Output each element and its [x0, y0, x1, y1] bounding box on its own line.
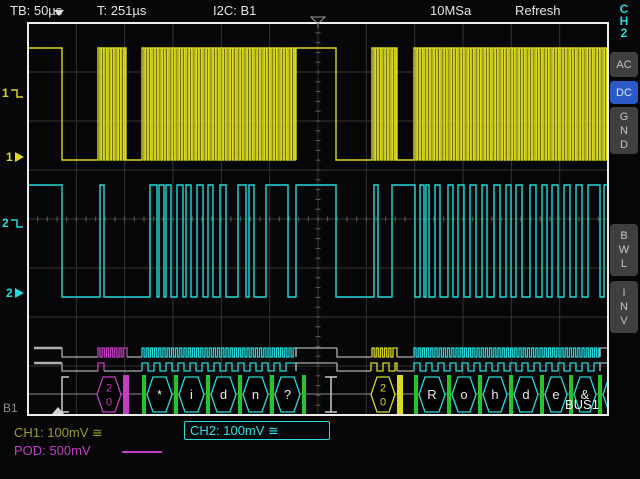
decode-line-sda: [98, 363, 104, 371]
bus-ack-bar: [302, 375, 306, 414]
ch2-marker-digit: 2: [2, 216, 9, 230]
decode-line-sda: [296, 363, 337, 371]
decode-line-sda: [142, 363, 296, 371]
bus-ack-bar: [142, 375, 146, 414]
oscilloscope-screen: TB: 50µs T: 251µs I2C: B1 10MSa Refresh …: [0, 0, 640, 479]
softkey-sidebar: C H 2 AC DC G N D B W L I N V: [609, 0, 640, 479]
bus-data-char: *: [157, 387, 162, 402]
bus-ack-bar: [238, 375, 242, 414]
bus-left-label: B1: [3, 401, 18, 415]
bus-ack-bar: [206, 375, 210, 414]
pod-scale-label[interactable]: POD: 500mV: [14, 443, 91, 458]
decode-line-scl: [62, 348, 98, 357]
bus-address-end-bar: [397, 375, 403, 414]
bus-ack-bar: [414, 375, 418, 414]
ch1-scale-label[interactable]: CH1: 100mV ≅: [14, 425, 103, 441]
ch2-trigger-level-marker[interactable]: 2: [2, 216, 24, 230]
ch2-scale-label[interactable]: CH2: 100mV ≅: [184, 421, 330, 440]
bus-name-label: BUS1: [565, 397, 599, 412]
bus-ack-bar: [509, 375, 513, 414]
bus-data-char: o: [460, 387, 467, 402]
right-arrow-icon: [15, 288, 24, 298]
bus-address-char: 2: [106, 383, 112, 395]
bus-ack-bar: [540, 375, 544, 414]
decode-line-sda: [62, 363, 98, 371]
reference-top-marker[interactable]: [54, 10, 64, 16]
decode-line-scl: [142, 348, 296, 357]
bus-data-char: h: [491, 387, 498, 402]
pod-reference-line: [122, 451, 162, 453]
coupling-dc-button[interactable]: DC: [610, 81, 638, 104]
bus-data-char: i: [190, 387, 193, 402]
bus-ack-bar: [478, 375, 482, 414]
ch1-marker-digit: 1: [6, 150, 13, 164]
bus-ack-bar: [270, 375, 274, 414]
ch2-position-marker[interactable]: 2: [6, 286, 24, 300]
bus-data-char: e: [552, 387, 559, 402]
decode-line-scl: [600, 348, 608, 357]
decode-line-scl: [98, 348, 127, 357]
traces: 20*idn?20Rohde&S: [28, 48, 627, 414]
bus-address-char: 0: [106, 397, 112, 409]
bus-data-char: d: [522, 387, 529, 402]
decode-line-scl: [414, 348, 600, 357]
bus-ack-bar: [174, 375, 178, 414]
ch1-trigger-level-marker[interactable]: 1: [2, 86, 24, 100]
decode-line-sda: [600, 363, 608, 371]
invert-button[interactable]: I N V: [610, 281, 638, 333]
bus-address-end-bar: [123, 375, 129, 414]
bandwidth-limit-button[interactable]: B W L: [610, 224, 638, 276]
sidebar-channel-title: C H 2: [609, 3, 639, 39]
bus-address-char: 2: [380, 383, 386, 395]
right-arrow-icon: [15, 152, 24, 162]
ch1-position-marker[interactable]: 1: [6, 150, 24, 164]
decode-line-sda: [414, 363, 600, 371]
bus-ack-bar: [447, 375, 451, 414]
decode-line-scl: [296, 348, 337, 357]
coupling-gnd-button[interactable]: G N D: [610, 107, 638, 154]
waveform-display[interactable]: 20*idn?20Rohde&S: [0, 0, 640, 479]
decode-line-sda: [371, 363, 397, 371]
bus-address-char: 0: [380, 397, 386, 409]
bus-data-char: R: [427, 387, 436, 402]
ch2-marker-digit: 2: [6, 286, 13, 300]
coupling-ac-button[interactable]: AC: [610, 52, 638, 77]
bus-data-char: ?: [284, 387, 291, 402]
bus-data-char: d: [220, 387, 227, 402]
bus-data-char: n: [252, 387, 259, 402]
decode-line-scl: [372, 348, 397, 357]
ch1-marker-digit: 1: [2, 86, 9, 100]
falling-edge-icon: [10, 218, 24, 229]
falling-edge-icon: [10, 88, 24, 99]
